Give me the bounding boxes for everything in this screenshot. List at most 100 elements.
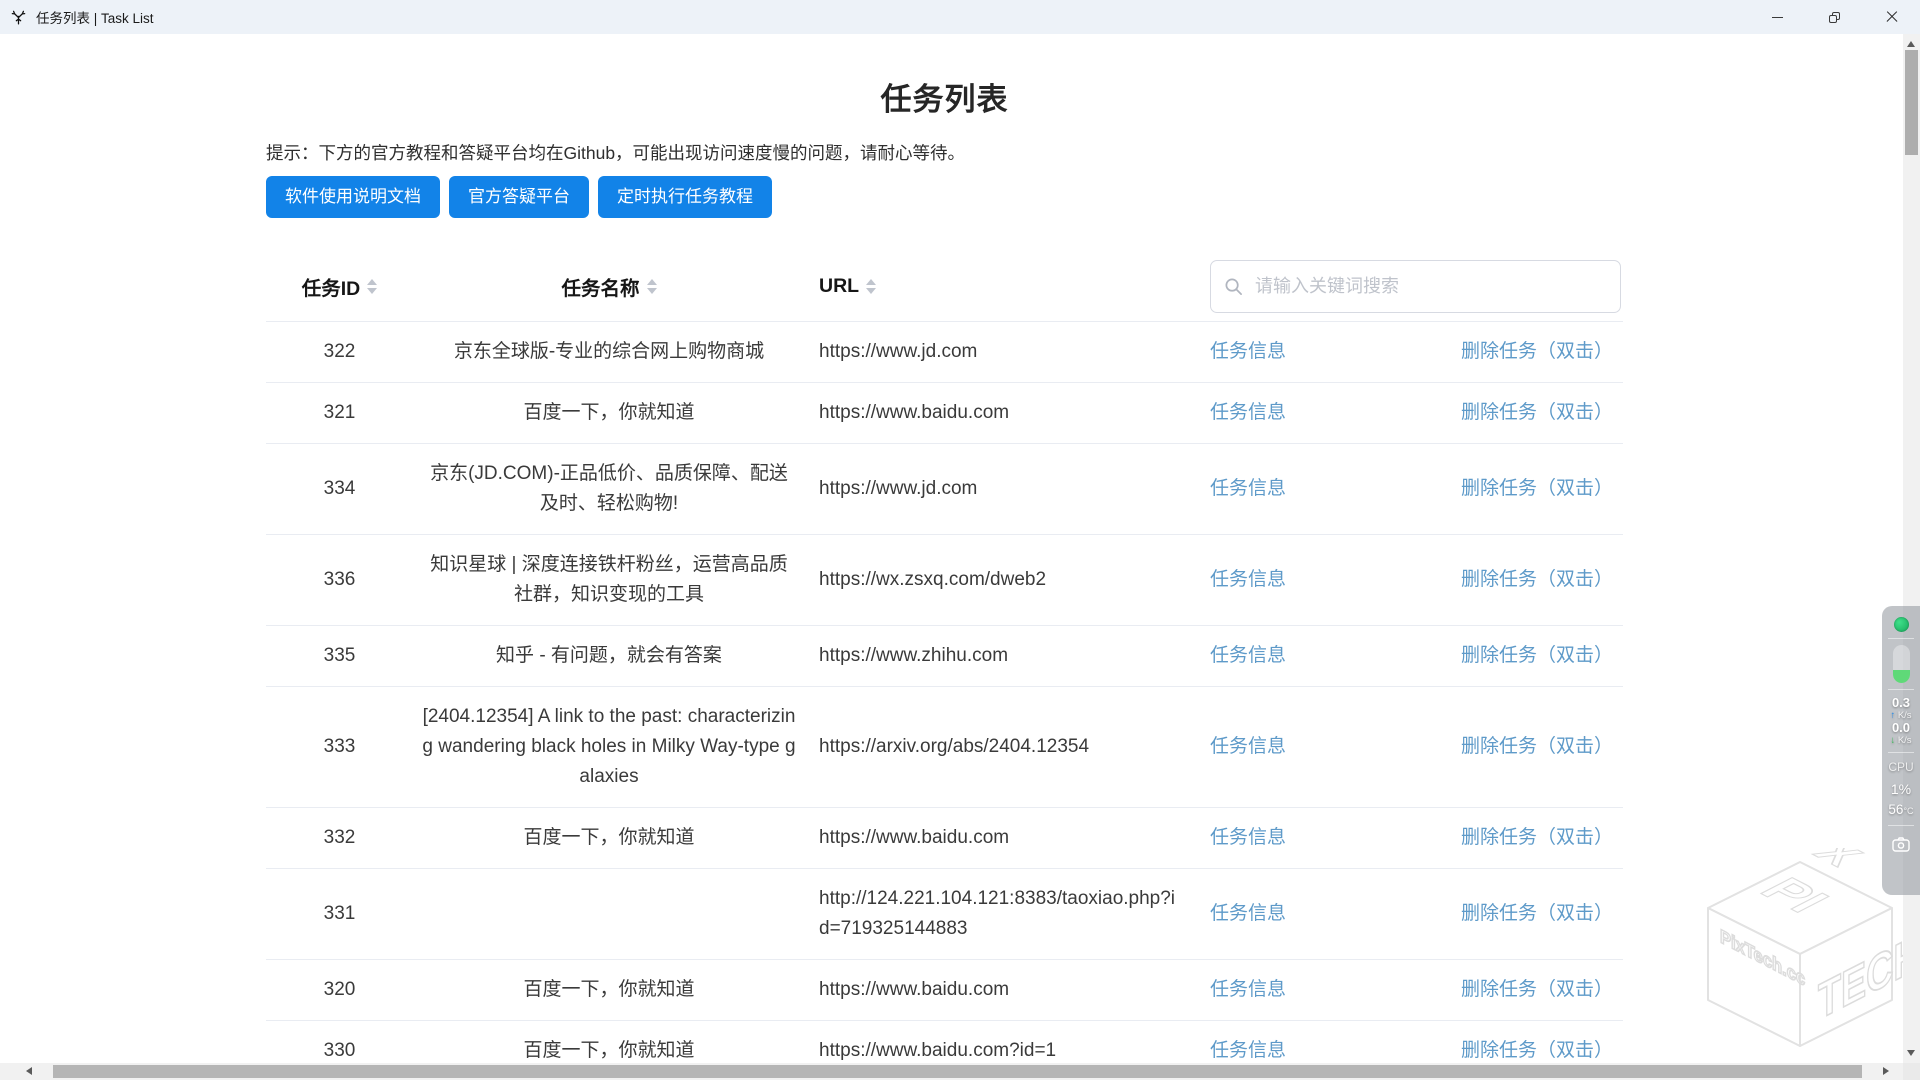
app-window: 任务列表 | Task List 任务列表 提示：下方的官方教程和答疑平台均在G… (0, 0, 1920, 1080)
titlebar: 任务列表 | Task List (0, 0, 1920, 34)
app-antler-icon (10, 9, 27, 26)
window-title: 任务列表 | Task List (36, 7, 154, 27)
table-row: 331 http://124.221.104.121:8383/taoxiao.… (266, 868, 1623, 959)
task-name: 百度一下，你就知道 (413, 383, 805, 443)
task-info-link[interactable]: 任务信息 (1210, 645, 1286, 666)
table-row: 336 知识星球 | 深度连接铁杆粉丝，运营高品质社群，知识变现的工具 http… (266, 534, 1623, 625)
task-info-link[interactable]: 任务信息 (1210, 478, 1286, 499)
search-box (1210, 260, 1621, 313)
cpu-temp-value: 56 (1888, 802, 1903, 817)
task-info-link[interactable]: 任务信息 (1210, 341, 1286, 362)
cpu-temp-unit: °C (1903, 806, 1913, 816)
page-title: 任务列表 (266, 83, 1623, 117)
cpu-label: CPU (1888, 760, 1913, 774)
task-id: 332 (266, 808, 413, 868)
task-name: 知识星球 | 深度连接铁杆粉丝，运营高品质社群，知识变现的工具 (413, 535, 805, 625)
delete-task-link[interactable]: 删除任务（双击） (1461, 402, 1613, 423)
table-row: 335 知乎 - 有问题，就会有答案 https://www.zhihu.com… (266, 625, 1623, 686)
vertical-scroll-thumb[interactable] (1905, 50, 1918, 155)
task-url: https://www.baidu.com (805, 383, 1194, 443)
task-name: 百度一下，你就知道 (413, 1021, 805, 1063)
window-controls (1749, 0, 1920, 34)
task-url: https://www.baidu.com (805, 960, 1194, 1020)
delete-task-link[interactable]: 删除任务（双击） (1461, 736, 1613, 757)
table-header: 任务ID 任务名称 URL (266, 252, 1623, 321)
scroll-left-icon[interactable] (26, 1067, 32, 1075)
delete-task-link[interactable]: 删除任务（双击） (1461, 569, 1613, 590)
task-info-link[interactable]: 任务信息 (1210, 979, 1286, 1000)
minimize-icon (1772, 17, 1783, 18)
green-status-dot-icon (1894, 617, 1909, 632)
delete-task-link[interactable]: 删除任务（双击） (1461, 645, 1613, 666)
delete-task-link[interactable]: 删除任务（双击） (1461, 827, 1613, 848)
restore-icon (1829, 12, 1840, 23)
download-arrow-icon: ↓ (1890, 735, 1895, 746)
task-id: 334 (266, 459, 413, 519)
scroll-down-icon[interactable] (1907, 1050, 1915, 1056)
task-info-link[interactable]: 任务信息 (1210, 903, 1286, 924)
sort-icon[interactable] (367, 279, 377, 294)
upload-speed-value: 0.3 (1892, 696, 1910, 710)
sort-icon[interactable] (647, 279, 657, 294)
task-id: 320 (266, 960, 413, 1020)
main-content: 任务列表 提示：下方的官方教程和答疑平台均在Github，可能出现访问速度慢的问… (0, 34, 1903, 1063)
delete-task-link[interactable]: 删除任务（双击） (1461, 903, 1613, 924)
task-id: 330 (266, 1021, 413, 1063)
horizontal-scrollbar[interactable] (0, 1063, 1903, 1080)
sort-icon[interactable] (866, 279, 876, 294)
download-unit: K/s (1898, 735, 1912, 746)
download-speed-value: 0.0 (1892, 721, 1910, 735)
task-id: 335 (266, 626, 413, 686)
cpu-usage-value: 1% (1891, 780, 1911, 798)
delete-task-link[interactable]: 删除任务（双击） (1461, 979, 1613, 1000)
task-info-link[interactable]: 任务信息 (1210, 1040, 1286, 1061)
task-id: 321 (266, 383, 413, 443)
task-url: https://wx.zsxq.com/dweb2 (805, 550, 1194, 610)
task-name: [2404.12354] A link to the past: charact… (413, 687, 805, 807)
task-url: https://www.jd.com (805, 459, 1194, 519)
task-url: https://www.jd.com (805, 322, 1194, 382)
table-row: 333 [2404.12354] A link to the past: cha… (266, 686, 1623, 807)
table-row: 322 京东全球版-专业的综合网上购物商城 https://www.jd.com… (266, 321, 1623, 382)
screenshot-camera-icon[interactable] (1892, 837, 1910, 852)
task-info-link[interactable]: 任务信息 (1210, 569, 1286, 590)
task-name: 百度一下，你就知道 (413, 808, 805, 868)
system-monitor-widget[interactable]: 0.3 ↑ K/s 0.0 ↓ K/s CPU 1% 56°C (1882, 606, 1920, 895)
horizontal-scroll-thumb[interactable] (53, 1065, 1862, 1078)
task-info-link[interactable]: 任务信息 (1210, 736, 1286, 757)
scrollbar-corner (1903, 1063, 1920, 1080)
header-url[interactable]: URL (805, 275, 1194, 298)
minimize-button[interactable] (1749, 0, 1806, 34)
table-row: 321 百度一下，你就知道 https://www.baidu.com 任务信息… (266, 382, 1623, 443)
task-url: https://www.baidu.com?id=1 (805, 1021, 1194, 1063)
task-url: https://www.zhihu.com (805, 626, 1194, 686)
task-id: 331 (266, 884, 413, 944)
table-row: 320 百度一下，你就知道 https://www.baidu.com 任务信息… (266, 959, 1623, 1020)
task-table: 任务ID 任务名称 URL (266, 252, 1623, 1063)
manual-doc-button[interactable]: 软件使用说明文档 (266, 176, 440, 218)
search-input[interactable] (1210, 260, 1621, 313)
vertical-scrollbar[interactable] (1903, 34, 1920, 1063)
schedule-tutorial-button[interactable]: 定时执行任务教程 (598, 176, 772, 218)
delete-task-link[interactable]: 删除任务（双击） (1461, 1040, 1613, 1061)
maximize-button[interactable] (1806, 0, 1863, 34)
task-name: 知乎 - 有问题，就会有答案 (413, 626, 805, 686)
memory-gauge-icon (1893, 645, 1910, 683)
header-task-id[interactable]: 任务ID (266, 272, 413, 301)
delete-task-link[interactable]: 删除任务（双击） (1461, 478, 1613, 499)
close-button[interactable] (1863, 0, 1920, 34)
scroll-up-icon[interactable] (1907, 41, 1915, 47)
table-row: 334 京东(JD.COM)-正品低价、品质保障、配送及时、轻松购物! http… (266, 443, 1623, 534)
scroll-right-icon[interactable] (1883, 1067, 1889, 1075)
task-info-link[interactable]: 任务信息 (1210, 827, 1286, 848)
task-name: 京东全球版-专业的综合网上购物商城 (413, 322, 805, 382)
task-name: 京东(JD.COM)-正品低价、品质保障、配送及时、轻松购物! (413, 444, 805, 534)
task-name (413, 899, 805, 929)
doc-button-row: 软件使用说明文档 官方答疑平台 定时执行任务教程 (266, 176, 1623, 218)
task-name: 百度一下，你就知道 (413, 960, 805, 1020)
task-url: https://arxiv.org/abs/2404.12354 (805, 717, 1194, 777)
task-info-link[interactable]: 任务信息 (1210, 402, 1286, 423)
official-qa-button[interactable]: 官方答疑平台 (449, 176, 589, 218)
header-task-name[interactable]: 任务名称 (413, 272, 805, 301)
delete-task-link[interactable]: 删除任务（双击） (1461, 341, 1613, 362)
